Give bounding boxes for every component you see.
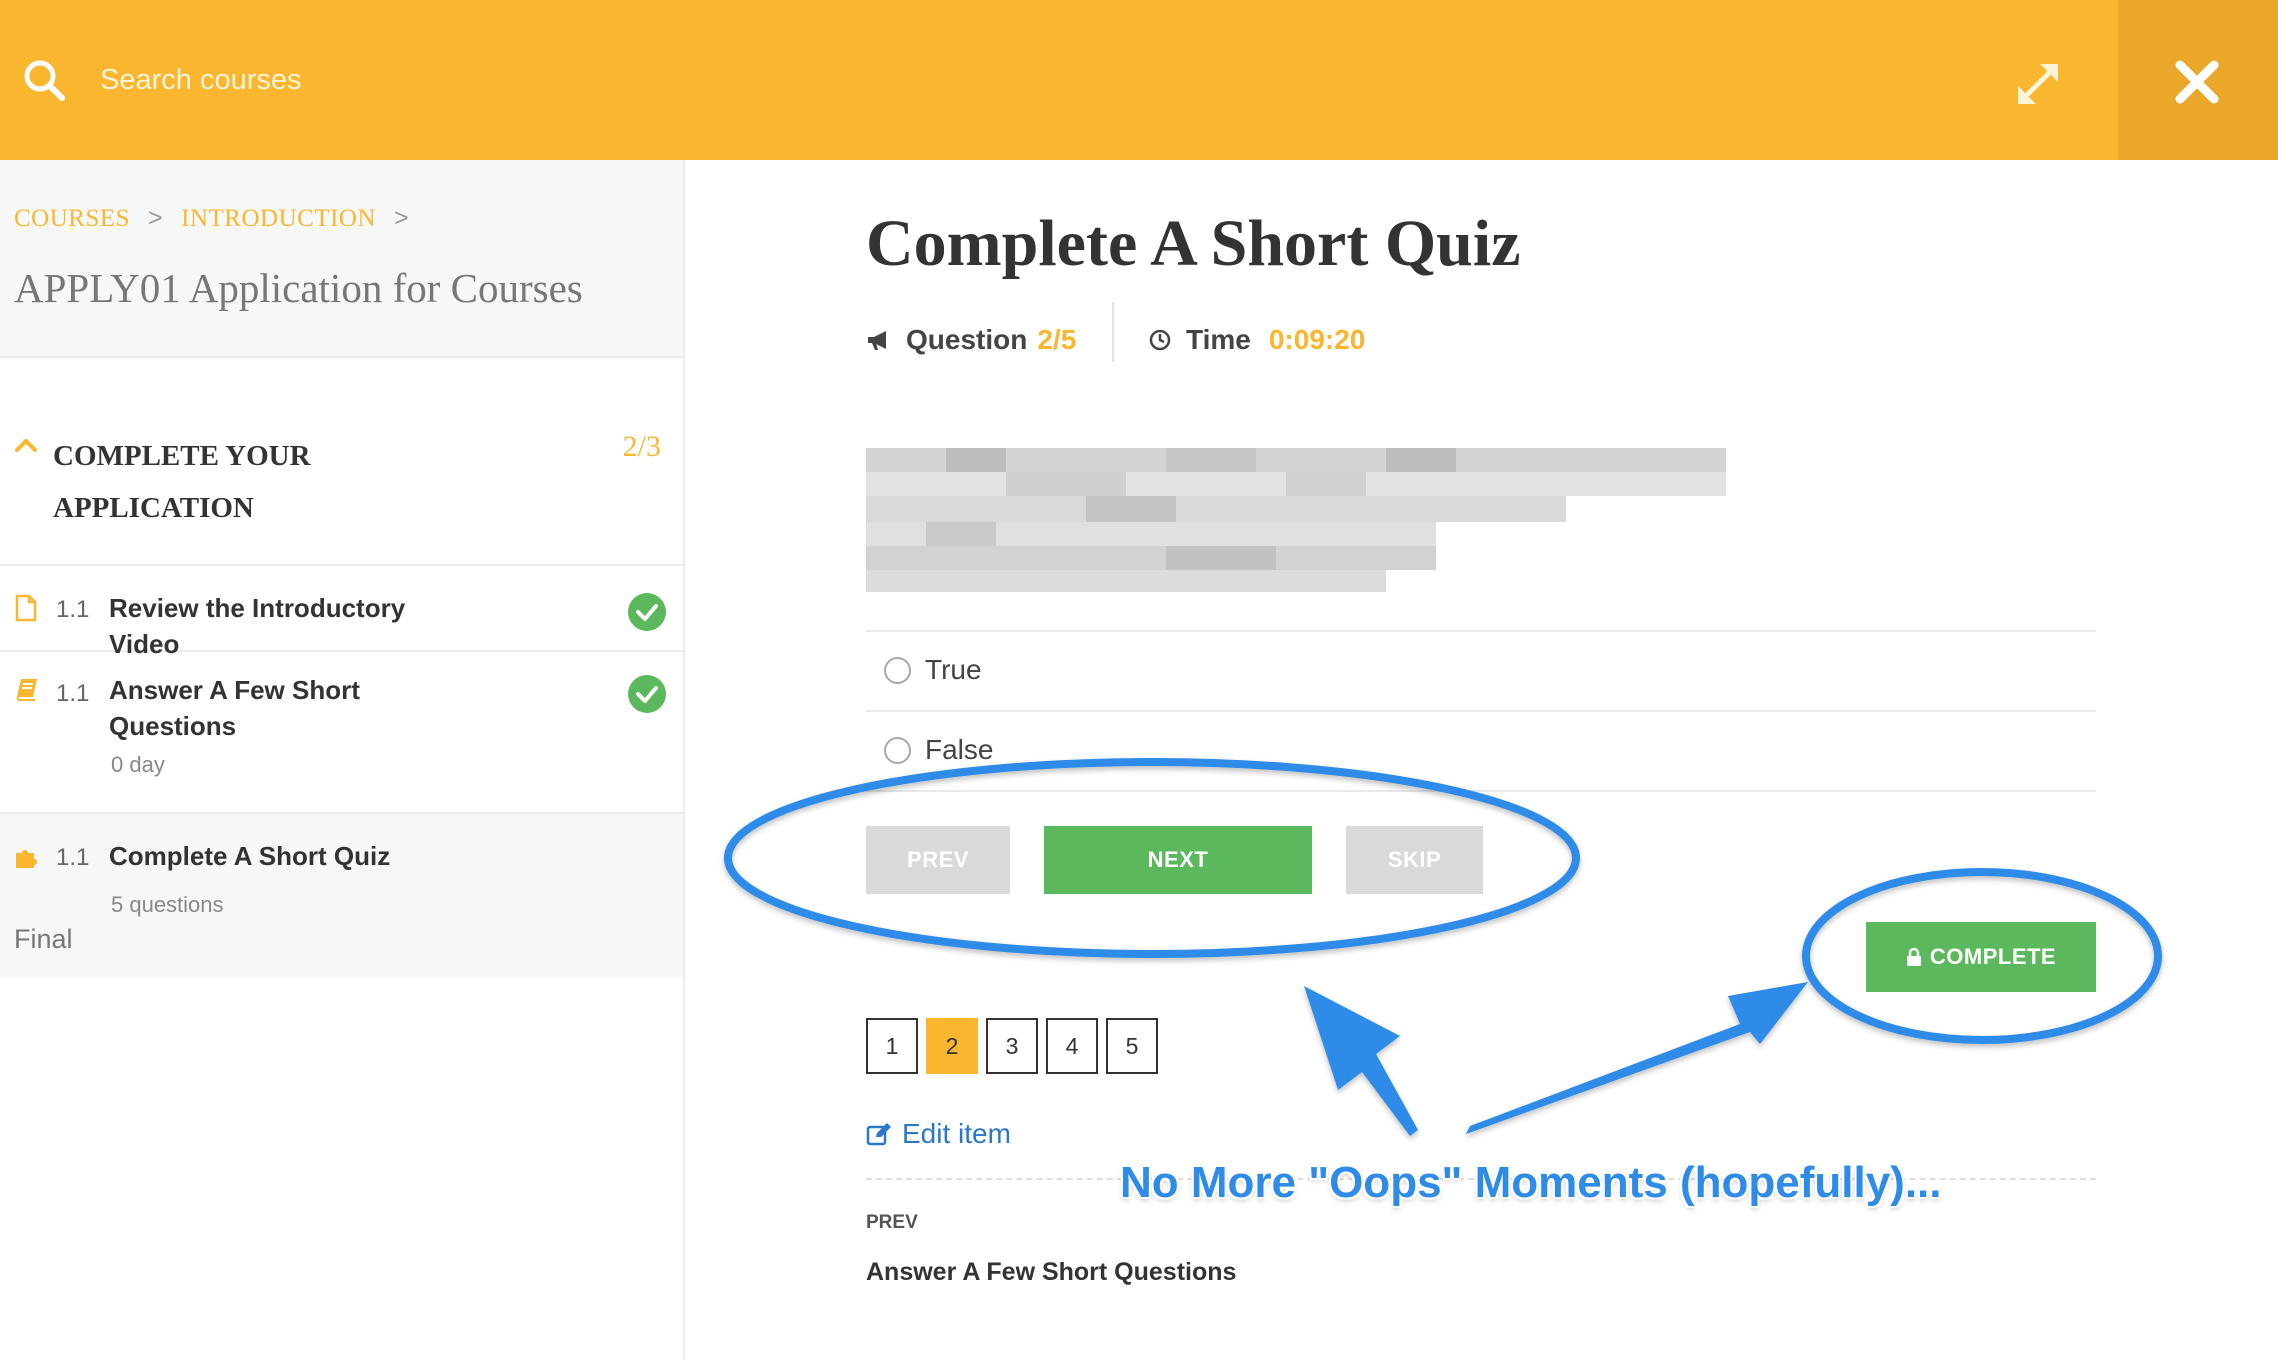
document-icon [15,594,37,622]
lesson-title: Answer A Few Short Questions [109,675,360,741]
search-input[interactable] [100,54,1000,106]
course-sidebar: COURSES > INTRODUCTION > APPLY01 Applicatio… [0,160,685,1360]
course-header: COURSES > INTRODUCTION > APPLY01 Applicatio… [0,160,683,358]
question-value: 2/5 [1037,324,1077,355]
time-value: 0:09:20 [1268,324,1366,355]
top-bar [0,0,2278,160]
lock-icon [1906,947,1921,966]
breadcrumb-courses[interactable]: COURSES [14,205,130,232]
option-divider [866,790,2096,792]
next-button[interactable]: NEXT [1044,826,1312,894]
breadcrumb-separator: > [148,204,164,232]
page-number[interactable]: 4 [1046,1018,1098,1074]
lesson-number: 1.1 [56,596,90,623]
lesson-item[interactable]: 1.1 Review the Introductory Video [0,566,683,659]
skip-button[interactable]: SKIP [1346,826,1483,894]
edit-icon [866,1123,891,1146]
megaphone-icon [868,331,886,350]
book-icon [16,679,37,701]
close-icon [2175,60,2219,104]
option-divider [866,630,2096,632]
breadcrumb: COURSES > INTRODUCTION > [14,204,427,233]
lesson-item-current[interactable]: 1.1 Complete A Short Quiz 5 questions Fi… [0,814,683,978]
close-button[interactable] [2118,0,2278,160]
check-circle-icon [628,675,666,713]
clock-icon [1149,329,1171,351]
course-title: APPLY01 Application for Courses [14,265,583,311]
radio-button[interactable] [884,736,911,764]
question-pagination: 1 2 3 4 5 [866,1018,1166,1074]
edit-item-label: Edit item [902,1118,1011,1149]
lesson-number: 1.1 [56,844,90,871]
section-title: COMPLETE YOUR APPLICATION [53,440,311,524]
lesson-number: 1.1 [56,680,90,707]
complete-label: COMPLETE [1929,944,2057,969]
prev-button[interactable]: PREV [866,826,1010,894]
breadcrumb-introduction[interactable]: INTRODUCTION [181,205,376,232]
lesson-title: Complete A Short Quiz [109,841,391,871]
prev-item-link[interactable]: Answer A Few Short Questions [866,1258,1236,1287]
expand-icon[interactable] [2010,56,2066,112]
page-number[interactable]: 1 [866,1018,918,1074]
section-progress: 2/3 [622,430,661,463]
annotation-caption: No More "Oops" Moments (hopefully)... [1120,1158,1942,1207]
option-label: False [925,734,994,765]
lesson-meta: 0 day [111,752,165,777]
section-header[interactable]: COMPLETE YOUR APPLICATION 2/3 [0,408,683,566]
time-label: Time [1186,324,1251,355]
puzzle-icon [16,850,37,868]
obscured-question-text [866,448,1746,618]
page-number[interactable]: 3 [986,1018,1038,1074]
breadcrumb-separator: > [394,204,410,232]
question-label: Question [906,324,1028,355]
final-label: Final [14,924,73,954]
option-divider [866,710,2096,712]
page-number[interactable]: 5 [1106,1018,1158,1074]
search-icon[interactable] [22,58,66,102]
question-counter: Question 2/5 [866,312,1076,368]
radio-button[interactable] [884,656,911,684]
prev-item-tag: PREV [866,1212,918,1233]
lesson-meta: 5 questions [111,892,224,917]
meta-divider [1112,302,1114,362]
answer-option-true[interactable]: True [884,648,982,692]
page-number-current[interactable]: 2 [926,1018,978,1074]
edit-item-link[interactable]: Edit item [866,1118,1011,1150]
answer-option-false[interactable]: False [884,728,993,772]
check-circle-icon [628,593,666,631]
lesson-item[interactable]: 1.1 Answer A Few Short Questions 0 day [0,652,683,814]
chevron-up-icon[interactable] [14,436,38,454]
page-title: Complete A Short Quiz [866,207,1521,280]
complete-button[interactable]: COMPLETE [1866,922,2096,992]
quiz-timer: Time 0:09:20 [1148,312,1365,368]
option-label: True [925,654,982,685]
